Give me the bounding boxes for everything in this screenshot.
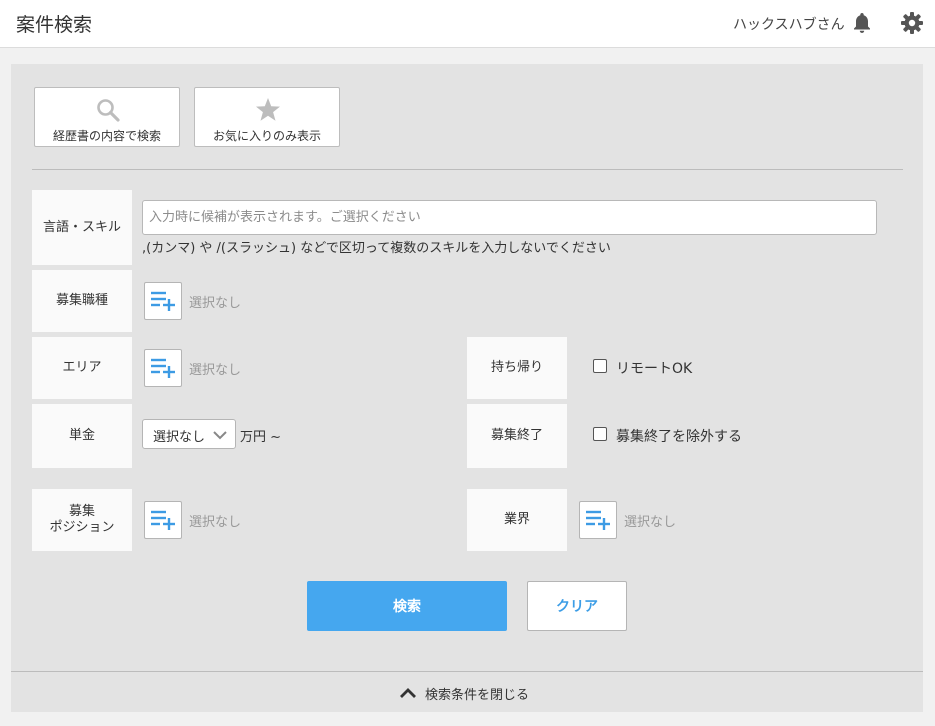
favorites-only-button[interactable]: お気に入りのみ表示 (194, 87, 340, 147)
skill-note: ,(カンマ) や /(スラッシュ) などで区切って複数のスキルを入力しないでくだ… (142, 241, 611, 256)
resume-search-button[interactable]: 経歴書の内容で検索 (34, 87, 180, 147)
close-conditions-label: 検索条件を閉じる (425, 687, 530, 703)
area-add-button[interactable] (144, 349, 182, 387)
remote-checkbox[interactable] (593, 359, 607, 373)
playlist-add-icon (151, 510, 175, 530)
star-icon (256, 98, 280, 121)
bell-icon[interactable] (852, 12, 872, 34)
skill-input[interactable] (142, 200, 877, 235)
ended-label: 募集終了 (467, 404, 567, 468)
position-label-line2: ポジション (49, 520, 115, 535)
close-conditions-toggle[interactable]: 検索条件を閉じる (399, 681, 529, 705)
search-panel: 経歴書の内容で検索 お気に入りのみ表示 言語・スキル ,(カンマ) や /(スラ… (11, 64, 923, 712)
price-select-value: 選択なし (153, 430, 206, 445)
job-type-label: 募集職種 (32, 270, 132, 332)
skill-label: 言語・スキル (32, 190, 132, 265)
chevron-up-icon (400, 688, 416, 698)
user-name[interactable]: ハックスハブさん (733, 14, 845, 34)
page-title: 案件検索 (16, 14, 93, 36)
panel-footer-divider (11, 671, 923, 672)
job-type-add-button[interactable] (144, 282, 182, 320)
playlist-add-icon (586, 510, 610, 530)
remote-label: 持ち帰り (467, 337, 567, 399)
price-unit: 万円 ~ (240, 430, 282, 445)
resume-search-label: 経歴書の内容で検索 (52, 129, 161, 143)
position-add-button[interactable] (144, 501, 182, 539)
favorites-only-label: お気に入りのみ表示 (212, 129, 321, 143)
industry-label: 業界 (467, 489, 567, 551)
exclude-ended-checkbox[interactable] (593, 427, 607, 441)
app-header: 案件検索 ハックスハブさん (0, 0, 935, 48)
clear-button[interactable]: クリア (527, 581, 627, 631)
job-type-value: 選択なし (189, 296, 242, 311)
area-value: 選択なし (189, 363, 242, 378)
industry-add-button[interactable] (579, 501, 617, 539)
search-button[interactable]: 検索 (307, 581, 507, 631)
price-label: 単金 (32, 404, 132, 468)
price-select[interactable]: 選択なし (142, 419, 236, 449)
exclude-ended-option-label[interactable]: 募集終了を除外する (616, 426, 742, 446)
area-label: エリア (32, 337, 132, 399)
playlist-add-icon (151, 358, 175, 378)
remote-option-label[interactable]: リモートOK (616, 358, 692, 378)
position-label: 募集 ポジション (32, 489, 132, 551)
playlist-add-icon (151, 291, 175, 311)
divider (32, 169, 903, 170)
position-value: 選択なし (189, 515, 242, 530)
industry-value: 選択なし (624, 515, 677, 530)
chevron-down-icon (213, 431, 227, 440)
position-label-line1: 募集 (68, 504, 95, 519)
search-icon (97, 99, 120, 122)
gear-icon[interactable] (900, 11, 924, 35)
